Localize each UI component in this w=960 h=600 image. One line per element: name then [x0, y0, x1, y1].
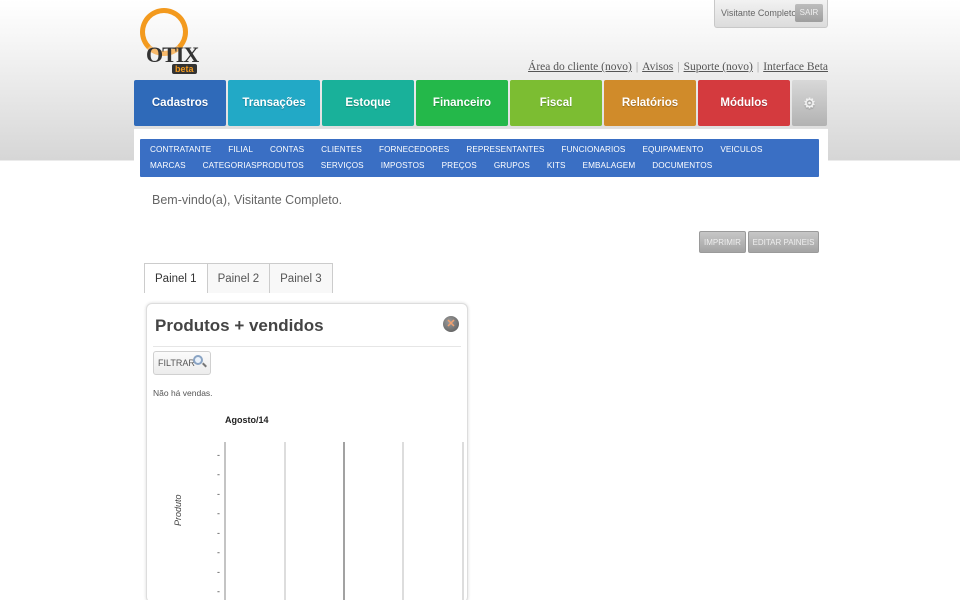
- widget-produtos-vendidos: Produtos + vendidos ✕ FILTRAR Não há ven…: [146, 303, 468, 600]
- nav-tab-financeiro[interactable]: Financeiro: [416, 80, 508, 126]
- subnav-item-funcionarios[interactable]: FUNCIONARIOS: [561, 142, 625, 158]
- chart-y-axis-label: Produto: [173, 494, 183, 526]
- link-avisos[interactable]: Avisos: [642, 61, 673, 73]
- top-links: Área do cliente (novo) | Avisos | Suporte (n…: [528, 61, 828, 73]
- gear-icon: ⚙: [803, 94, 816, 111]
- subnav-item-documentos[interactable]: DOCUMENTOS: [652, 158, 712, 174]
- widget-divider: [153, 346, 461, 347]
- logout-button[interactable]: SAIR: [795, 4, 823, 22]
- link-separator: |: [635, 61, 639, 73]
- content-panel: CONTRATANTE FILIAL CONTAS CLIENTES FORNE…: [134, 128, 828, 600]
- subnav-item-filial[interactable]: FILIAL: [228, 142, 253, 158]
- chart-y-tick: -: [217, 587, 220, 597]
- logo-beta-tag: beta: [172, 64, 197, 74]
- chart-y-tick: -: [217, 567, 220, 577]
- search-icon: [193, 355, 207, 369]
- chart-y-tick: -: [217, 509, 220, 519]
- subnav-item-produtos[interactable]: PRODUTOS: [257, 158, 304, 174]
- link-suporte[interactable]: Suporte (novo): [684, 61, 753, 73]
- subnav-item-marcas[interactable]: MARCAS: [150, 158, 186, 174]
- chart-y-tick: -: [217, 450, 220, 460]
- nav-tab-transacoes[interactable]: Transações: [228, 80, 320, 126]
- sub-nav: CONTRATANTE FILIAL CONTAS CLIENTES FORNE…: [140, 139, 819, 177]
- nav-tab-fiscal[interactable]: Fiscal: [510, 80, 602, 126]
- chart-y-tick: -: [217, 548, 220, 558]
- nav-tab-modulos[interactable]: Módulos: [698, 80, 790, 126]
- otix-logo[interactable]: OTIX beta: [138, 6, 199, 74]
- panel-tabs: Painel 1 Painel 2 Painel 3: [144, 263, 333, 293]
- user-name: Visitante Completo: [721, 8, 797, 18]
- print-button[interactable]: IMPRIMIR: [699, 231, 746, 253]
- subnav-item-equipamento[interactable]: EQUIPAMENTO: [642, 142, 703, 158]
- subnav-item-contas[interactable]: CONTAS: [270, 142, 304, 158]
- widget-title: Produtos + vendidos: [155, 316, 324, 335]
- subnav-item-embalagem[interactable]: EMBALAGEM: [583, 158, 636, 174]
- subnav-item-contratante[interactable]: CONTRATANTE: [150, 142, 211, 158]
- link-separator: |: [756, 61, 760, 73]
- empty-sales-message: Não há vendas.: [153, 388, 213, 398]
- tab-painel-3[interactable]: Painel 3: [269, 263, 333, 293]
- subnav-item-servicos[interactable]: SERVIÇOS: [321, 158, 364, 174]
- chart-y-tick: -: [217, 489, 220, 499]
- page-container: OTIX beta Visitante Completo SAIR Área d…: [134, 0, 828, 600]
- main-nav: Cadastros Transações Estoque Financeiro …: [134, 80, 828, 126]
- tab-painel-1[interactable]: Painel 1: [144, 263, 208, 293]
- chart-y-ticks: - - - - - - - -: [217, 450, 220, 597]
- subnav-item-fornecedores[interactable]: FORNECEDORES: [379, 142, 449, 158]
- nav-tab-relatorios[interactable]: Relatórios: [604, 80, 696, 126]
- welcome-message: Bem-vindo(a), Visitante Completo.: [152, 193, 343, 207]
- chart-y-tick: -: [217, 470, 220, 480]
- subnav-item-impostos[interactable]: IMPOSTOS: [381, 158, 425, 174]
- nav-tab-cadastros[interactable]: Cadastros: [134, 80, 226, 126]
- subnav-item-grupos[interactable]: GRUPOS: [494, 158, 530, 174]
- empty-chart: - - - - - - - -: [217, 442, 464, 600]
- subnav-item-precos[interactable]: PREÇOS: [442, 158, 477, 174]
- user-box: Visitante Completo SAIR: [714, 0, 828, 28]
- subnav-item-kits[interactable]: KITS: [547, 158, 566, 174]
- nav-tab-estoque[interactable]: Estoque: [322, 80, 414, 126]
- subnav-item-veiculos[interactable]: VEICULOS: [720, 142, 762, 158]
- link-area-cliente[interactable]: Área do cliente (novo): [528, 61, 632, 73]
- filter-button[interactable]: FILTRAR: [153, 351, 211, 375]
- subnav-item-representantes[interactable]: REPRESENTANTES: [466, 142, 544, 158]
- settings-gear-button[interactable]: ⚙: [792, 80, 827, 126]
- link-separator: |: [677, 61, 680, 73]
- chart-y-tick: -: [217, 528, 220, 538]
- filter-label: FILTRAR: [158, 358, 195, 368]
- subnav-item-categorias[interactable]: CATEGORIAS: [203, 158, 257, 174]
- subnav-item-clientes[interactable]: CLIENTES: [321, 142, 362, 158]
- tab-painel-2[interactable]: Painel 2: [206, 263, 271, 293]
- link-interface-beta[interactable]: Interface Beta: [763, 61, 828, 73]
- close-icon[interactable]: ✕: [443, 316, 459, 332]
- edit-panels-button[interactable]: EDITAR PAINEIS: [748, 231, 819, 253]
- chart-period-label: Agosto/14: [225, 415, 269, 425]
